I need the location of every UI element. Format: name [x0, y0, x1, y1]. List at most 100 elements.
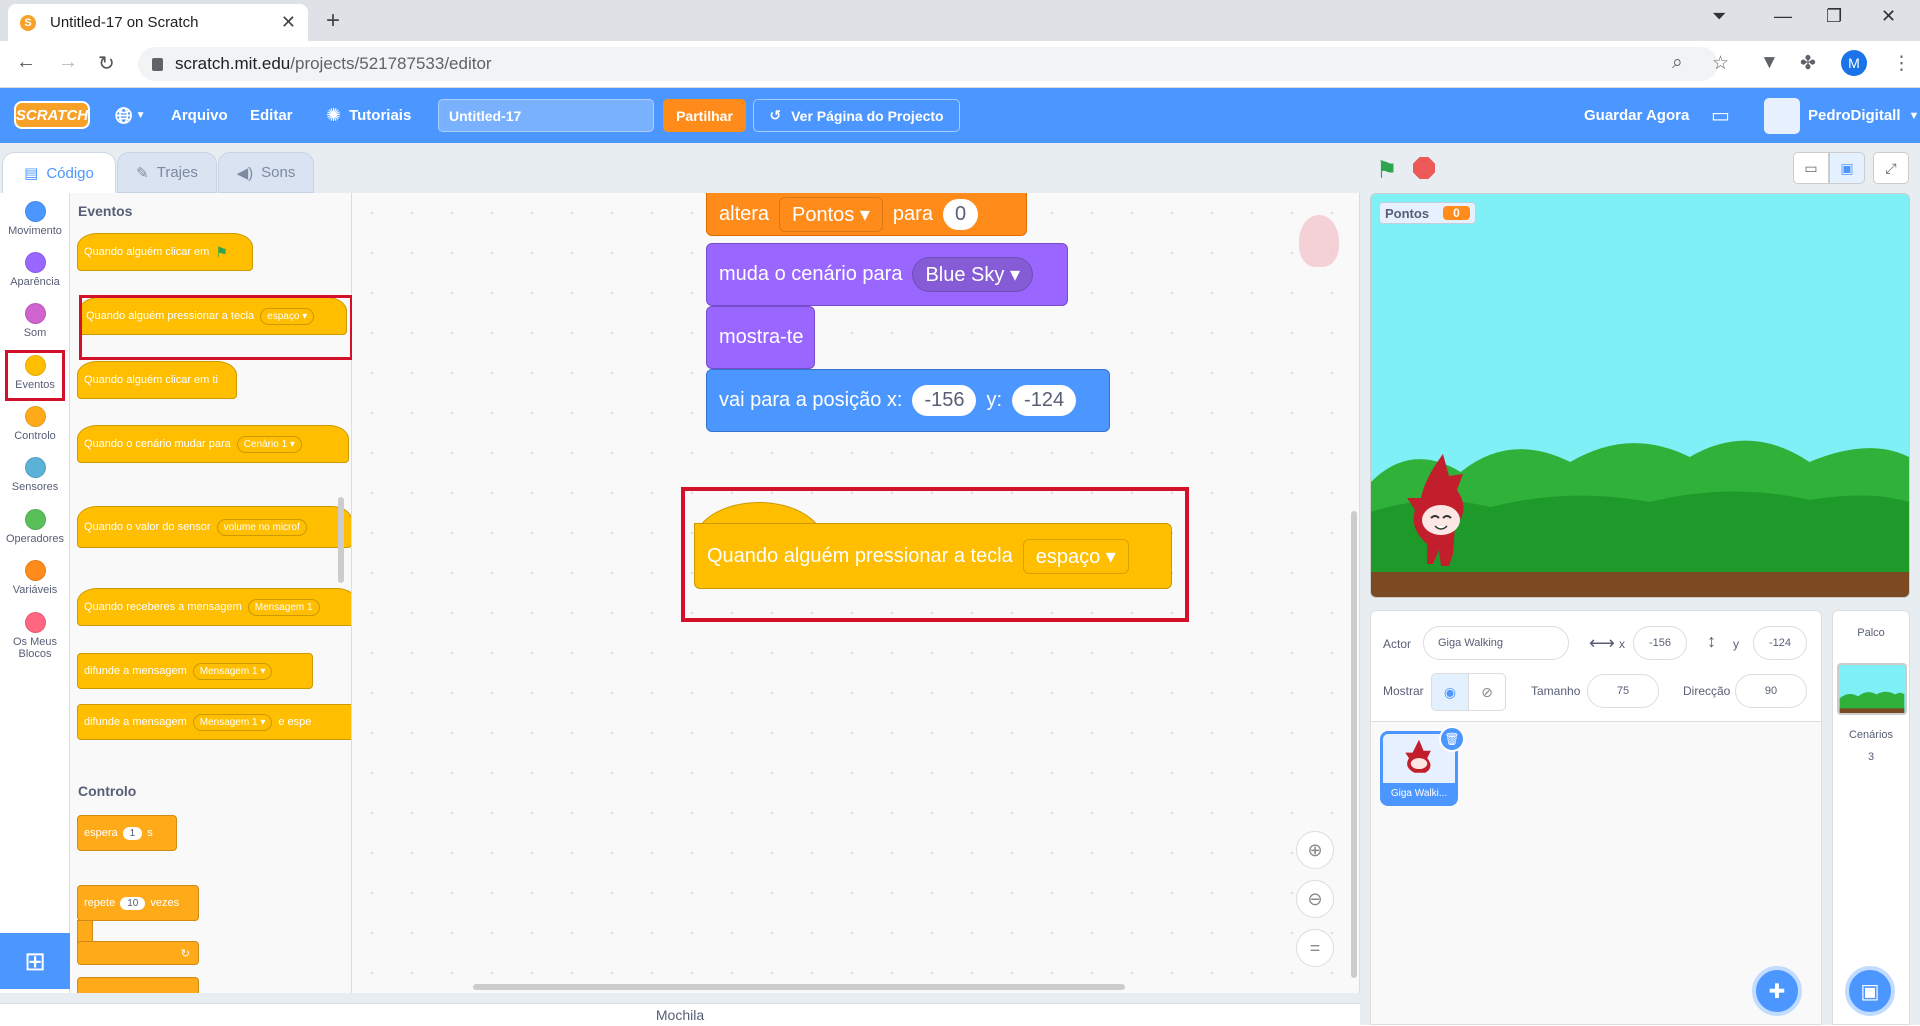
reload-icon[interactable]: ↻ — [98, 51, 115, 76]
new-tab-icon[interactable]: + — [326, 7, 340, 35]
script-block-go-to-xy[interactable]: vai para a posição x: -156 y: -124 — [706, 369, 1110, 432]
add-extension-button[interactable]: ⊞ — [0, 933, 70, 989]
zoom-out-button[interactable]: ⊖ — [1296, 880, 1334, 918]
delete-sprite-trash-icon[interactable]: 🗑︎ — [1439, 726, 1465, 752]
script-block-show[interactable]: mostra-te — [706, 306, 815, 369]
palette-scrollbar[interactable] — [338, 497, 344, 583]
choose-backdrop-button[interactable]: ▣ — [1845, 966, 1895, 1016]
block-label: muda o cenário para — [719, 263, 903, 285]
goto-x-input[interactable]: -156 — [912, 385, 977, 416]
tab-costumes[interactable]: ✎ Trajes — [117, 152, 217, 193]
broadcast-wait-dropdown[interactable]: Mensagem 1 ▾ — [192, 713, 273, 731]
choose-sprite-button[interactable]: ✚ — [1752, 966, 1802, 1016]
tab-close-icon[interactable]: ✕ — [281, 12, 296, 33]
script-block-set-variable[interactable]: altera Pontos ▾ para 0 — [706, 193, 1027, 236]
category-control[interactable]: Controlo — [0, 406, 70, 442]
extensions-puzzle-icon[interactable]: ✤ — [1800, 52, 1816, 75]
block-when-i-receive[interactable]: Quando receberes a mensagem Mensagem 1 — [77, 588, 351, 626]
receive-message-dropdown[interactable]: Mensagem 1 — [247, 598, 320, 616]
variable-dropdown[interactable]: Pontos ▾ — [779, 197, 883, 232]
category-sensing[interactable]: Sensores — [0, 457, 70, 493]
normal-stage-button[interactable]: ▣ — [1829, 152, 1865, 184]
sprite-name-input[interactable]: Giga Walking — [1423, 626, 1569, 660]
block-repeat[interactable]: repete 10 vezes — [77, 885, 199, 921]
goto-y-input[interactable]: -124 — [1012, 385, 1077, 416]
block-forever-partial[interactable] — [77, 977, 199, 993]
browser-tabbar: S Untitled-17 on Scratch ✕ + ⏷ — ❐ ✕ — [0, 0, 1920, 41]
stage-thumbnail[interactable] — [1837, 663, 1907, 715]
bookmark-star-icon[interactable]: ☆ — [1712, 52, 1729, 75]
x-position-input[interactable]: -156 — [1633, 626, 1687, 660]
browser-tab[interactable]: S Untitled-17 on Scratch ✕ — [8, 4, 308, 41]
category-motion-dot — [24, 201, 46, 222]
workspace-vertical-scrollbar[interactable] — [1351, 511, 1357, 978]
script-block-switch-backdrop[interactable]: muda o cenário para Blue Sky ▾ — [706, 243, 1068, 306]
fullscreen-button[interactable]: ⤢ — [1873, 152, 1909, 184]
category-my-blocks[interactable]: Os Meus Blocos — [0, 612, 70, 660]
sensor-dropdown[interactable]: volume no microf — [216, 518, 307, 536]
project-title-input[interactable]: Untitled-17 — [438, 99, 654, 132]
forward-icon[interactable]: → — [58, 51, 78, 74]
zoom-icon[interactable]: ⌕ — [1672, 52, 1683, 74]
tab-sounds[interactable]: ◀︎) Sons — [218, 152, 314, 193]
block-when-flag-clicked[interactable]: Quando alguém clicar em ⚑ — [77, 233, 253, 271]
share-button[interactable]: Partilhar — [663, 99, 746, 132]
profile-avatar[interactable]: M — [1841, 50, 1867, 76]
block-when-sensor-greater[interactable]: Quando o valor do sensor volume no micro… — [77, 506, 351, 548]
wait-seconds-input[interactable]: 1 — [122, 826, 143, 840]
green-flag-button[interactable]: ⚑ — [1376, 156, 1398, 185]
direction-input[interactable]: 90 — [1735, 674, 1807, 708]
set-variable-value-input[interactable]: 0 — [942, 199, 979, 230]
user-menu[interactable]: PedroDigitall ▼ — [1808, 88, 1919, 143]
my-stuff-folder-icon[interactable]: ▭ — [1711, 88, 1730, 143]
show-sprite-eye-icon[interactable]: ◉ — [1431, 673, 1469, 711]
backdrop-dropdown[interactable]: Blue Sky ▾ — [912, 257, 1033, 292]
window-close-icon[interactable]: ✕ — [1881, 6, 1896, 27]
backdrop-dropdown[interactable]: Cenário 1 ▾ — [236, 435, 302, 453]
category-looks[interactable]: Aparência — [0, 252, 70, 288]
tab-code[interactable]: ▤ Código — [2, 152, 116, 193]
user-avatar[interactable] — [1764, 98, 1800, 134]
extension-funnel-icon[interactable]: ▼ — [1760, 52, 1779, 74]
back-icon[interactable]: ← — [16, 51, 36, 74]
block-broadcast[interactable]: difunde a mensagem Mensagem 1 ▾ — [77, 653, 313, 689]
small-stage-button[interactable]: ▭ — [1793, 152, 1829, 184]
minimize-icon[interactable]: — — [1774, 6, 1792, 27]
stage-canvas[interactable]: Pontos 0 — [1370, 193, 1910, 598]
menu-edit[interactable]: Editar — [250, 88, 293, 143]
browser-menu-icon[interactable]: ⋮ — [1892, 52, 1911, 75]
category-label: Sensores — [11, 481, 59, 493]
block-broadcast-and-wait[interactable]: difunde a mensagem Mensagem 1 ▾ e espe — [77, 704, 351, 740]
save-now-button[interactable]: Guardar Agora — [1584, 88, 1689, 143]
see-project-page-button[interactable]: ↺ Ver Página do Projecto — [753, 99, 960, 132]
category-motion[interactable]: Movimento — [0, 201, 70, 237]
tab-title: Untitled-17 on Scratch — [50, 14, 199, 31]
category-sound[interactable]: Som — [0, 303, 70, 339]
category-operators[interactable]: Operadores — [0, 509, 70, 545]
block-label: Quando alguém clicar em — [84, 246, 210, 258]
stop-button[interactable] — [1413, 157, 1435, 179]
address-bar[interactable]: scratch.mit.edu/projects/521787533/edito… — [138, 47, 1718, 81]
scratch-logo[interactable]: SCRATCH — [14, 101, 90, 129]
menu-file[interactable]: Arquivo — [171, 88, 228, 143]
giga-walking-sprite[interactable] — [1405, 454, 1475, 569]
menu-tutorials[interactable]: ✺ Tutoriais — [326, 88, 411, 143]
block-when-backdrop-switches[interactable]: Quando o cenário mudar para Cenário 1 ▾ — [77, 425, 349, 463]
backpack[interactable]: Mochila — [0, 1003, 1360, 1025]
tab-search-icon[interactable]: ⏷ — [1712, 6, 1726, 27]
block-when-sprite-clicked[interactable]: Quando alguém clicar em ti — [77, 361, 237, 399]
restore-icon[interactable]: ❐ — [1826, 6, 1842, 27]
y-position-input[interactable]: -124 — [1753, 626, 1807, 660]
repeat-count-input[interactable]: 10 — [120, 896, 146, 910]
zoom-in-button[interactable]: ⊕ — [1296, 831, 1334, 869]
language-globe-icon[interactable]: 🌐︎ ▼ — [115, 88, 146, 143]
broadcast-dropdown[interactable]: Mensagem 1 ▾ — [192, 662, 273, 680]
palette-heading-events: Eventos — [78, 203, 133, 219]
size-input[interactable]: 75 — [1587, 674, 1659, 708]
hide-sprite-eye-slash-icon[interactable]: ⊘ — [1468, 673, 1506, 711]
block-wait[interactable]: espera 1 s — [77, 815, 177, 851]
stage-selector-panel[interactable]: Palco Cenários 3 — [1832, 610, 1910, 1025]
category-variables[interactable]: Variáveis — [0, 560, 70, 596]
workspace-horizontal-scrollbar[interactable] — [473, 984, 1125, 990]
zoom-reset-button[interactable]: = — [1296, 929, 1334, 967]
